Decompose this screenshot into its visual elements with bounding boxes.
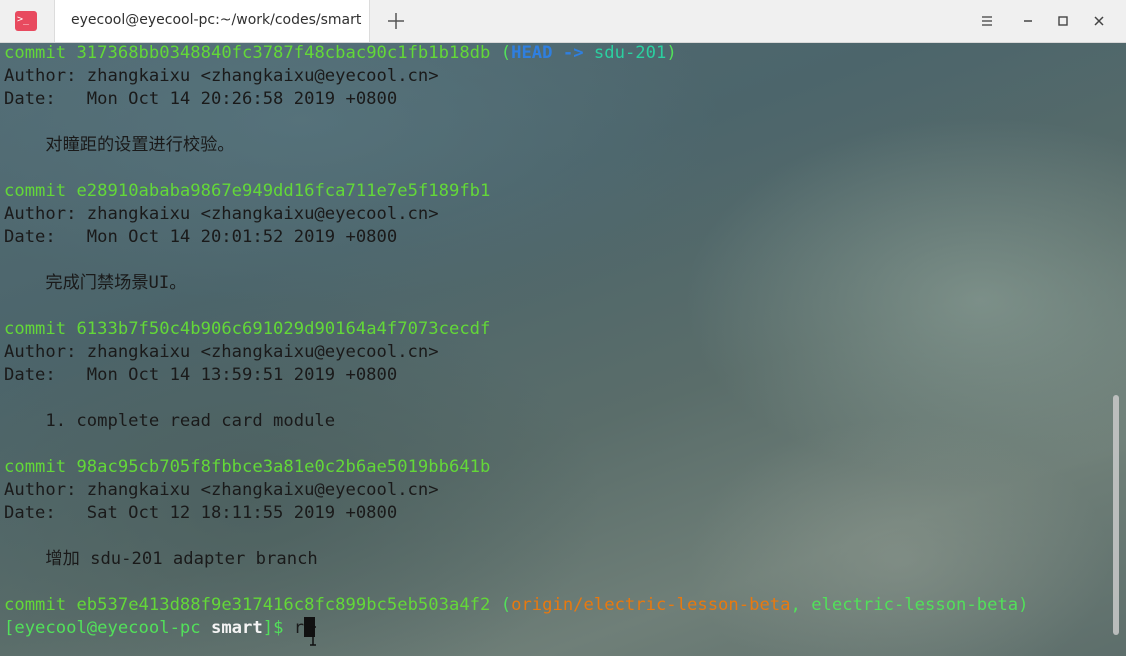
commit-message: 完成门禁场景UI。 [4, 273, 187, 293]
tab-terminal[interactable]: eyecool@eyecool-pc:~/work/codes/smart [54, 0, 370, 42]
prompt-user-host: eyecool@eyecool-pc [14, 618, 201, 638]
commit-line: commit 98ac95cb705f8fbbce3a81e0c2b6ae501… [4, 456, 490, 479]
terminal-content[interactable]: commit 317368bb0348840fc3787f48cbac90c1f… [0, 42, 1126, 656]
commit-label: commit [4, 181, 67, 201]
terminal-window: >_ eyecool@eyecool-pc:~/work/codes/smart [0, 0, 1126, 656]
branch-ref: sdu-201 [593, 43, 667, 63]
refs-open: ( [500, 595, 512, 615]
commit-label: commit [4, 595, 67, 615]
author-line: Author: zhangkaixu <zhangkaixu@eyecool.c… [4, 66, 439, 86]
commit-label: commit [4, 457, 67, 477]
commit-hash: 98ac95cb705f8fbbce3a81e0c2b6ae5019bb641b [76, 457, 491, 477]
ref-arrow: -> [552, 43, 594, 63]
prompt-bracket-open: [ [4, 618, 15, 638]
date-line: Date: Mon Oct 14 20:26:58 2019 +0800 [4, 89, 398, 109]
title-bar: >_ eyecool@eyecool-pc:~/work/codes/smart [0, 0, 1126, 43]
head-ref: HEAD [511, 43, 553, 63]
commit-hash: 6133b7f50c4b906c691029d90164a4f7073cecdf [76, 319, 491, 339]
author-line: Author: zhangkaixu <zhangkaixu@eyecool.c… [4, 480, 439, 500]
refs-open: ( [500, 43, 512, 63]
prompt-bracket-close: ]$ [262, 618, 284, 638]
commit-line: commit 317368bb0348840fc3787f48cbac90c1f… [4, 42, 677, 65]
close-icon[interactable] [1088, 10, 1110, 32]
refs-close: ) [666, 43, 677, 63]
scrollbar-thumb[interactable] [1113, 395, 1119, 635]
hamburger-menu-icon[interactable] [976, 10, 998, 32]
minimize-icon[interactable] [1017, 10, 1039, 32]
maximize-icon[interactable] [1052, 10, 1074, 32]
date-line: Date: Mon Oct 14 20:01:52 2019 +0800 [4, 227, 398, 247]
plus-icon[interactable] [384, 9, 408, 33]
commit-hash: 317368bb0348840fc3787f48cbac90c1fb1b18db [76, 43, 491, 63]
remote-branch-ref: origin/electric-lesson-beta [511, 595, 791, 615]
ref-separator: , [790, 595, 812, 615]
ibeam-cursor-icon [308, 626, 318, 646]
commit-message: 1. complete read card module [4, 411, 336, 431]
commit-hash: eb537e413d88f9e317416c8fc899bc5eb503a4f2 [76, 595, 491, 615]
commit-label: commit [4, 319, 67, 339]
author-line: Author: zhangkaixu <zhangkaixu@eyecool.c… [4, 342, 439, 362]
commit-label: commit [4, 43, 67, 63]
commit-message: 增加 sdu-201 adapter branch [4, 549, 318, 569]
commit-line: commit e28910ababa9867e949dd16fca711e7e5… [4, 180, 490, 203]
terminal-icon: >_ [15, 11, 37, 31]
commit-message: 对瞳距的设置进行校验。 [4, 135, 235, 155]
branch-ref: electric-lesson-beta [811, 595, 1019, 615]
prompt-typed-text: r [283, 618, 305, 638]
date-line: Date: Mon Oct 14 13:59:51 2019 +0800 [4, 365, 398, 385]
commit-hash: e28910ababa9867e949dd16fca711e7e5f189fb1 [76, 181, 491, 201]
date-line: Date: Sat Oct 12 18:11:55 2019 +0800 [4, 503, 398, 523]
shell-prompt[interactable]: [eyecool@eyecool-pc smart]$ r [4, 617, 316, 640]
refs-close: ) [1018, 595, 1029, 615]
author-line: Author: zhangkaixu <zhangkaixu@eyecool.c… [4, 204, 439, 224]
commit-line: commit eb537e413d88f9e317416c8fc899bc5eb… [4, 594, 1029, 617]
tab-title: eyecool@eyecool-pc:~/work/codes/smart [71, 12, 362, 28]
prompt-dir: smart [210, 618, 263, 638]
commit-line: commit 6133b7f50c4b906c691029d90164a4f70… [4, 318, 490, 341]
